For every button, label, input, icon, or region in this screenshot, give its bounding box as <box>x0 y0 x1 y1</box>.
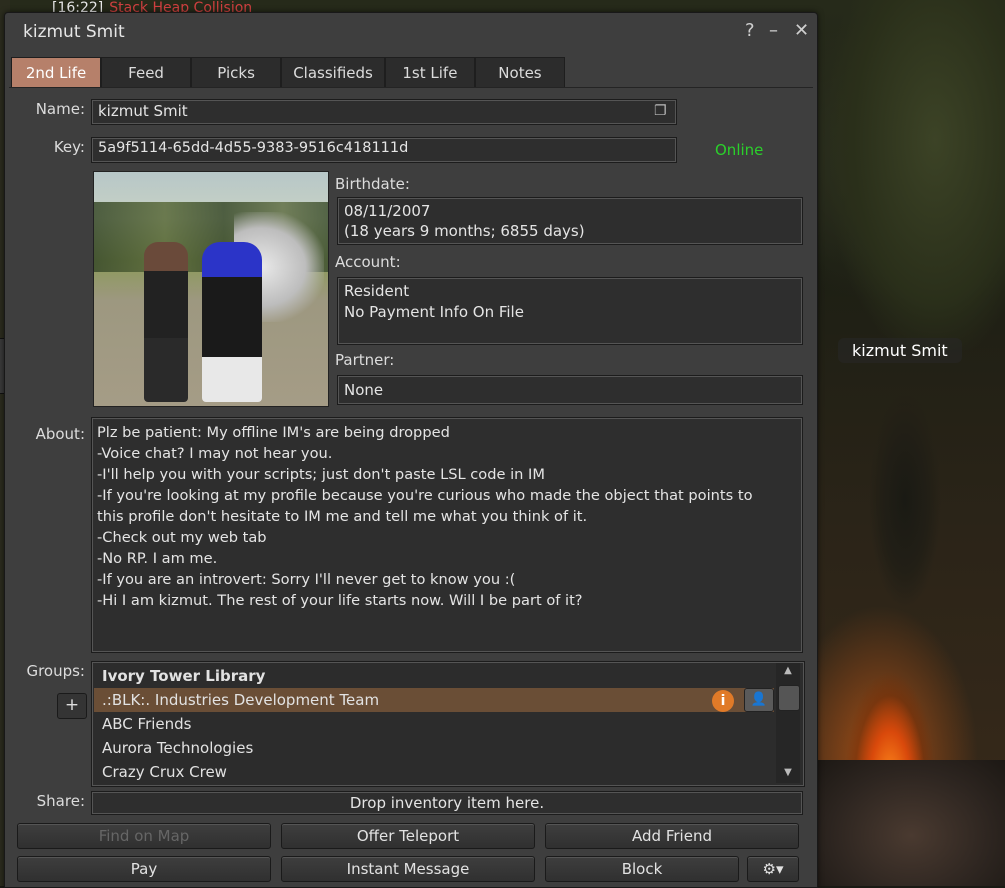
group-name: .:BLK:. Industries Development Team <box>102 691 380 709</box>
offer-teleport-button[interactable]: Offer Teleport <box>281 823 535 849</box>
about-textbox[interactable]: Plz be patient: My offline IM's are bein… <box>91 417 803 653</box>
help-icon[interactable]: ? <box>745 20 755 41</box>
partner-label: Partner: <box>335 351 395 369</box>
group-row-selected[interactable]: .:BLK:. Industries Development Team i 👤 <box>94 688 774 712</box>
birthdate-label: Birthdate: <box>335 175 410 193</box>
scroll-thumb[interactable] <box>778 685 800 711</box>
profile-icon[interactable]: 👤 <box>744 688 774 712</box>
avatar-name-tag: kizmut Smit <box>838 338 962 363</box>
floater-title: kizmut Smit <box>23 22 125 42</box>
about-line: -Hi I am kizmut. The rest of your life s… <box>97 592 583 609</box>
payment-info: No Payment Info On File <box>344 303 524 321</box>
tab-1st-life[interactable]: 1st Life <box>384 57 475 88</box>
copy-icon[interactable]: ❐ <box>654 103 672 121</box>
name-value: kizmut Smit <box>98 102 188 120</box>
share-label: Share: <box>36 792 85 810</box>
account-label: Account: <box>335 253 401 271</box>
tab-notes[interactable]: Notes <box>474 57 565 88</box>
tab-classifieds[interactable]: Classifieds <box>281 57 385 88</box>
group-row[interactable]: Crazy Crux Crew <box>94 760 774 784</box>
group-row[interactable]: ABC Friends <box>94 712 774 736</box>
add-group-button[interactable]: + <box>57 693 87 719</box>
campfire-rocks <box>818 760 1005 886</box>
profile-tabs: 2nd Life Feed Picks Classifieds 1st Life… <box>11 57 565 88</box>
account-type: Resident <box>344 282 410 300</box>
title-bar[interactable]: kizmut Smit ? – ✕ <box>5 13 817 49</box>
profile-floater: kizmut Smit ? – ✕ 2nd Life Feed Picks Cl… <box>4 12 818 888</box>
key-field[interactable]: 5a9f5114-65dd-4d55-9383-9516c418111d <box>91 137 677 163</box>
block-button[interactable]: Block <box>545 856 739 882</box>
tab-picks[interactable]: Picks <box>191 57 282 88</box>
tree-backdrop <box>830 0 1005 350</box>
find-on-map-button[interactable]: Find on Map <box>17 823 271 849</box>
partner-field: None <box>337 375 803 405</box>
groups-list: Ivory Tower Library .:BLK:. Industries D… <box>91 661 805 787</box>
online-status: Online <box>715 141 764 159</box>
photo-avatar-left <box>144 242 188 402</box>
world-avatar[interactable] <box>860 370 950 630</box>
share-drop-target[interactable]: Drop inventory item here. <box>91 791 803 815</box>
account-field: Resident No Payment Info On File <box>337 277 803 345</box>
info-icon[interactable]: i <box>712 690 734 712</box>
about-line: Plz be patient: My offline IM's are bein… <box>97 424 450 441</box>
instant-message-button[interactable]: Instant Message <box>281 856 535 882</box>
gear-icon[interactable]: ⚙▾ <box>747 856 799 882</box>
about-line: -If you're looking at my profile because… <box>97 487 753 504</box>
about-line: this profile don't hesitate to IM me and… <box>97 508 588 525</box>
about-line: -If you are an introvert: Sorry I'll nev… <box>97 571 516 588</box>
scroll-up-icon[interactable]: ▲ <box>780 665 796 679</box>
add-friend-button[interactable]: Add Friend <box>545 823 799 849</box>
minimize-icon[interactable]: – <box>769 20 778 41</box>
about-line: -Check out my web tab <box>97 529 267 546</box>
pay-button[interactable]: Pay <box>17 856 271 882</box>
group-row[interactable]: Aurora Technologies <box>94 736 774 760</box>
about-line: -No RP. I am me. <box>97 550 218 567</box>
birthdate-value: 08/11/2007 <box>344 202 431 220</box>
groups-scrollbar[interactable]: ▲ ▼ <box>776 663 800 783</box>
name-field[interactable]: kizmut Smit ❐ <box>91 99 677 125</box>
groups-label: Groups: <box>26 662 85 680</box>
name-label: Name: <box>35 100 85 118</box>
tab-2nd-life[interactable]: 2nd Life <box>11 57 102 88</box>
photo-avatar-right <box>202 242 262 402</box>
birthdate-field: 08/11/2007 (18 years 9 months; 6855 days… <box>337 197 803 245</box>
profile-picture[interactable] <box>93 171 329 407</box>
about-line: -I'll help you with your scripts; just d… <box>97 466 545 483</box>
close-icon[interactable]: ✕ <box>794 20 809 41</box>
scroll-down-icon[interactable]: ▼ <box>780 767 796 781</box>
tab-feed[interactable]: Feed <box>101 57 192 88</box>
about-label: About: <box>35 425 85 443</box>
group-row[interactable]: Ivory Tower Library <box>94 664 774 688</box>
key-label: Key: <box>53 138 85 156</box>
about-line: -Voice chat? I may not hear you. <box>97 445 333 462</box>
tab-divider <box>9 87 813 88</box>
age-value: (18 years 9 months; 6855 days) <box>344 222 585 240</box>
